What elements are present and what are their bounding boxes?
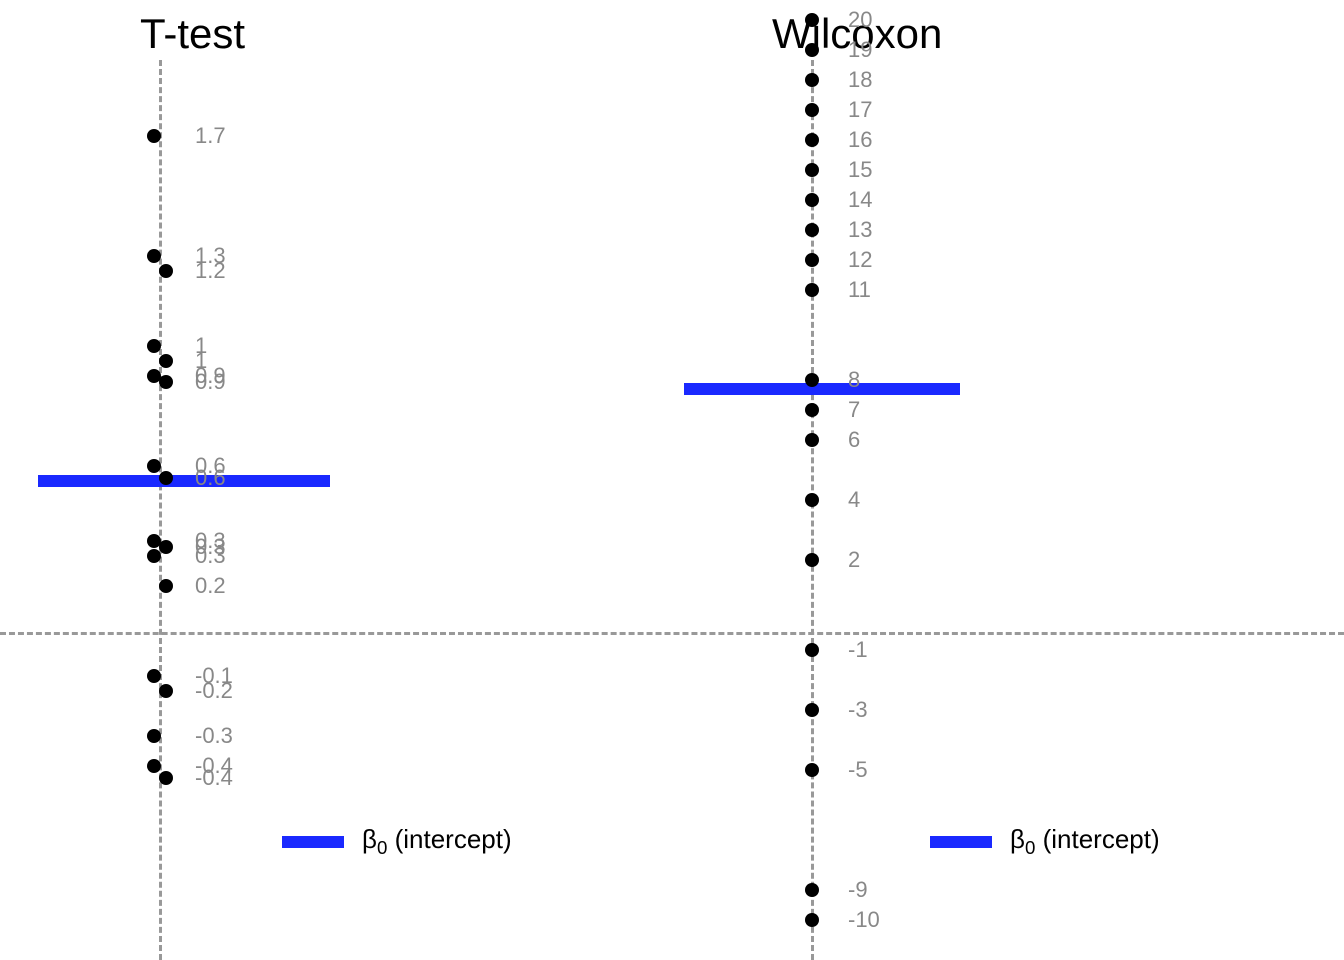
data-label: 7	[848, 397, 860, 423]
data-point	[805, 43, 819, 57]
data-point	[147, 759, 161, 773]
data-point	[805, 193, 819, 207]
data-point	[805, 73, 819, 87]
data-label: 12	[848, 247, 872, 273]
data-point	[159, 354, 173, 368]
data-point	[147, 669, 161, 683]
data-label: 11	[848, 277, 871, 303]
data-point	[805, 433, 819, 447]
data-point	[805, 883, 819, 897]
intercept-bar	[38, 475, 330, 487]
data-point	[159, 264, 173, 278]
data-label: 17	[848, 97, 872, 123]
data-label: -9	[848, 877, 868, 903]
legend-swatch	[930, 836, 992, 848]
data-label: -0.4	[195, 765, 233, 791]
data-point	[805, 553, 819, 567]
data-point	[805, 493, 819, 507]
data-label: 2	[848, 547, 860, 573]
data-point	[159, 579, 173, 593]
data-label: 0.9	[195, 369, 226, 395]
data-point	[159, 375, 173, 389]
data-point	[147, 549, 161, 563]
data-label: 13	[848, 217, 872, 243]
data-label: 1.7	[195, 123, 226, 149]
data-point	[805, 913, 819, 927]
data-label: 0.6	[195, 465, 226, 491]
data-label: 18	[848, 67, 872, 93]
legend-swatch	[282, 836, 344, 848]
legend-label: β0 (intercept)	[362, 824, 512, 859]
data-point	[805, 223, 819, 237]
data-label: 15	[848, 157, 872, 183]
legend: β0 (intercept)	[282, 824, 512, 859]
data-label: 0.3	[195, 543, 226, 569]
data-point	[805, 103, 819, 117]
data-label: -10	[848, 907, 880, 933]
data-point	[805, 373, 819, 387]
data-point	[805, 703, 819, 717]
data-label: -1	[848, 637, 868, 663]
data-label: 8	[848, 367, 860, 393]
data-point	[159, 540, 173, 554]
data-label: -3	[848, 697, 868, 723]
data-point	[805, 163, 819, 177]
data-point	[147, 249, 161, 263]
legend-label: β0 (intercept)	[1010, 824, 1160, 859]
intercept-bar	[684, 383, 960, 395]
data-label: 6	[848, 427, 860, 453]
data-label: -5	[848, 757, 868, 783]
data-label: 4	[848, 487, 860, 513]
data-point	[147, 729, 161, 743]
data-point	[805, 643, 819, 657]
data-point	[159, 684, 173, 698]
data-point	[147, 459, 161, 473]
data-point	[147, 129, 161, 143]
data-label: 16	[848, 127, 872, 153]
data-point	[805, 253, 819, 267]
data-point	[159, 471, 173, 485]
data-point	[805, 13, 819, 27]
data-label: 1.2	[195, 258, 226, 284]
data-label: 20	[848, 7, 872, 33]
data-point	[147, 339, 161, 353]
panel-t-test: T-test1.71.31.2110.90.90.60.60.30.30.30.…	[0, 0, 672, 960]
data-point	[805, 763, 819, 777]
vertical-axis	[159, 60, 162, 960]
data-label: -0.3	[195, 723, 233, 749]
data-point	[159, 771, 173, 785]
legend: β0 (intercept)	[930, 824, 1160, 859]
chart-title: T-test	[140, 10, 245, 58]
zero-line	[0, 632, 1344, 635]
data-label: 0.2	[195, 573, 226, 599]
panel-wilcoxon: Wilcoxon2019181716151413121187642-1-3-5-…	[672, 0, 1344, 960]
data-point	[805, 403, 819, 417]
data-label: 19	[848, 37, 872, 63]
data-point	[805, 283, 819, 297]
data-label: -0.2	[195, 678, 233, 704]
data-point	[805, 133, 819, 147]
data-label: 14	[848, 187, 872, 213]
